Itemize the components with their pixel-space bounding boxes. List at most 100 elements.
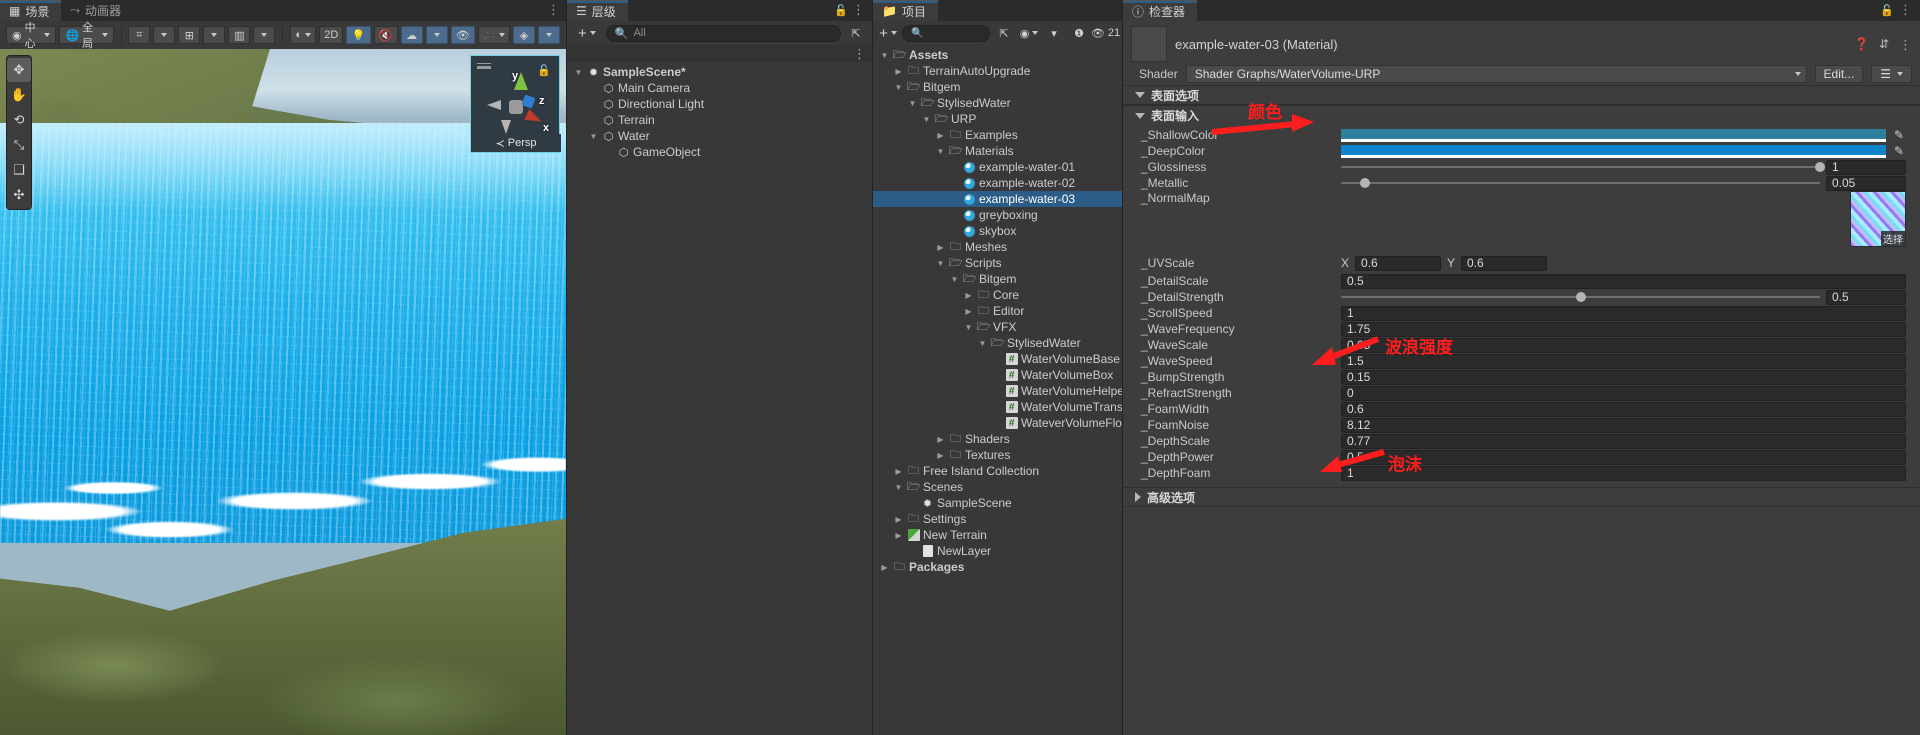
property-value-input[interactable]: 0.05	[1826, 175, 1906, 191]
scene-kebab-menu[interactable]: ⋮	[547, 3, 560, 16]
gizmo-axis-z[interactable]	[521, 94, 536, 109]
tab-hierarchy[interactable]: ☰ 层级	[567, 0, 628, 21]
color-swatch[interactable]	[1341, 144, 1886, 158]
property-value-input[interactable]: 0.5	[1826, 289, 1906, 305]
chevron-down-icon[interactable]: ▼	[879, 51, 890, 60]
edit-shader-button[interactable]: Edit...	[1814, 65, 1864, 83]
mode-2d-button[interactable]: 2D	[319, 26, 344, 44]
project-favorites-button[interactable]: ◉	[1018, 24, 1040, 42]
tree-row[interactable]: ▼ 🗁 Scripts	[873, 255, 1122, 271]
scene-visibility-button[interactable]: 👁	[450, 26, 475, 44]
property-value-input[interactable]: 1	[1341, 465, 1906, 481]
vector-x-input[interactable]: 0.6	[1355, 255, 1442, 271]
surface-options-foldout[interactable]: 表面选项	[1123, 85, 1920, 105]
tree-row[interactable]: ·#WaterVolumeBox	[873, 367, 1122, 383]
chevron-right-icon[interactable]: ▶	[935, 243, 946, 252]
tree-row[interactable]: ▼ 🗁 Bitgem	[873, 271, 1122, 287]
project-hidden-packages-button[interactable]: 👁 21	[1091, 24, 1120, 42]
chevron-down-icon[interactable]: ▼	[963, 323, 974, 332]
hierarchy-scene-kebab[interactable]: ⋮	[853, 47, 866, 60]
chevron-right-icon[interactable]: ▶	[935, 131, 946, 140]
tab-scene[interactable]: ▦ 场景	[0, 0, 62, 21]
property-value-input[interactable]: 0.5	[1341, 449, 1906, 465]
chevron-right-icon[interactable]: ▶	[935, 435, 946, 444]
snap-increment-button[interactable]: ⊞	[178, 26, 201, 44]
tab-inspector[interactable]: ⓘ 检查器	[1123, 0, 1198, 21]
grid-snap-dropdown[interactable]	[153, 26, 176, 44]
project-help-button[interactable]: ❶	[1068, 24, 1090, 42]
chevron-down-icon[interactable]: ▼	[893, 483, 904, 492]
rect-tool[interactable]: ❑	[7, 158, 31, 182]
tree-row[interactable]: ·#WateverVolumeFloater	[873, 415, 1122, 431]
tree-row[interactable]: ·#WaterVolumeHelper	[873, 383, 1122, 399]
slider-knob[interactable]	[1575, 292, 1586, 302]
gizmo-grip[interactable]	[477, 63, 491, 69]
project-tree[interactable]: ▼ 🗁 Assets ▶ 🗀 TerrainAutoUpgrade ▼ 🗁 Bitgem ▼ 🗁 St…	[873, 45, 1122, 735]
tree-row[interactable]: · ⬡ Terrain	[567, 112, 872, 128]
project-filter-button[interactable]: ▾	[1043, 24, 1065, 42]
chevron-down-icon[interactable]: ▼	[588, 132, 599, 141]
tab-animator[interactable]: ⤳ 动画器	[61, 0, 133, 21]
property-value-input[interactable]: 0.77	[1341, 433, 1906, 449]
tree-row[interactable]: · greyboxing	[873, 207, 1122, 223]
preset-icon[interactable]: ⇵	[1879, 37, 1889, 51]
lock-icon[interactable]: 🔓	[834, 4, 848, 17]
lock-icon[interactable]: 🔓	[1880, 4, 1894, 17]
advanced-options-foldout[interactable]: 高级选项	[1123, 487, 1920, 507]
slider-knob[interactable]	[1359, 178, 1370, 188]
add-gameobject-button[interactable]: +	[572, 24, 602, 42]
tree-row[interactable]: · NewLayer	[873, 543, 1122, 559]
chevron-right-icon[interactable]: ▶	[893, 531, 904, 540]
scene-gizmos-dropdown[interactable]	[537, 26, 560, 44]
property-value-input[interactable]: 0	[1341, 385, 1906, 401]
rotate-tool[interactable]: ⟲	[7, 108, 31, 132]
scene-audio-button[interactable]: 🔇	[373, 26, 398, 44]
property-value-input[interactable]: 0.15	[1341, 369, 1906, 385]
vector-y-input[interactable]: 0.6	[1461, 255, 1548, 271]
project-expand-button[interactable]: ⇱	[993, 24, 1015, 42]
property-value-input[interactable]: 1	[1341, 305, 1906, 321]
color-swatch[interactable]	[1341, 128, 1886, 142]
chevron-right-icon[interactable]: ▶	[963, 307, 974, 316]
texture-thumbnail[interactable]: 选择	[1850, 191, 1906, 247]
eyedropper-icon[interactable]: ✎	[1892, 144, 1906, 158]
tree-row[interactable]: ▼ 🗁 StylisedWater	[873, 95, 1122, 111]
tree-row[interactable]: ▶ 🗀 Packages	[873, 559, 1122, 575]
hierarchy-kebab-menu[interactable]: ⋮	[852, 3, 865, 16]
chevron-down-icon[interactable]: ▼	[573, 68, 584, 77]
scene-lighting-button[interactable]: 💡	[346, 26, 371, 44]
gizmo-center[interactable]	[509, 100, 523, 114]
hierarchy-search-input[interactable]: 🔍 All	[605, 24, 841, 42]
scene-fx-dropdown[interactable]	[425, 26, 448, 44]
help-icon[interactable]: ❓	[1854, 37, 1869, 51]
tree-row[interactable]: · example-water-01	[873, 159, 1122, 175]
hierarchy-tree[interactable]: ▼ ✹ SampleScene* · ⬡ Main Camera · ⬡ Directional…	[567, 62, 872, 735]
chevron-right-icon[interactable]: ▶	[963, 291, 974, 300]
chevron-right-icon[interactable]: ▶	[879, 563, 890, 572]
ruler-dropdown[interactable]	[253, 26, 276, 44]
chevron-down-icon[interactable]: ▼	[935, 147, 946, 156]
property-value-input[interactable]: 0.6	[1341, 401, 1906, 417]
chevron-right-icon[interactable]: ▶	[935, 451, 946, 460]
material-preview-thumbnail[interactable]	[1131, 26, 1167, 62]
chevron-down-icon[interactable]: ▼	[907, 99, 918, 108]
tree-row[interactable]: · ⬡ GameObject	[567, 144, 872, 160]
hand-tool[interactable]: ✋	[7, 83, 31, 107]
tree-row[interactable]: ▶ 🗀 Examples	[873, 127, 1122, 143]
tree-row[interactable]: ·#WaterVolumeTransform	[873, 399, 1122, 415]
shading-mode-button[interactable]: ◐	[290, 26, 317, 44]
shader-dropdown[interactable]: Shader Graphs/WaterVolume-URP	[1185, 65, 1807, 83]
chevron-down-icon[interactable]: ▼	[921, 115, 932, 124]
transform-tool[interactable]: ✣	[7, 183, 31, 207]
property-value-input[interactable]: 1	[1826, 159, 1906, 175]
chevron-right-icon[interactable]: ▶	[893, 67, 904, 76]
gizmo-axis-negy[interactable]	[501, 120, 511, 134]
tree-row[interactable]: ▶ 🗀 Meshes	[873, 239, 1122, 255]
inspector-kebab-menu[interactable]: ⋮	[1899, 3, 1912, 16]
scale-tool[interactable]: ⤡	[7, 133, 31, 157]
tree-row[interactable]: · ⬡ Directional Light	[567, 96, 872, 112]
scene-view-gizmo[interactable]: 🔓 y z x ≺ Persp	[470, 55, 561, 153]
create-asset-button[interactable]: +	[877, 24, 899, 42]
asset-kebab-menu[interactable]: ⋮	[1899, 38, 1912, 51]
scene-camera-button[interactable]: 🎥	[477, 26, 510, 44]
